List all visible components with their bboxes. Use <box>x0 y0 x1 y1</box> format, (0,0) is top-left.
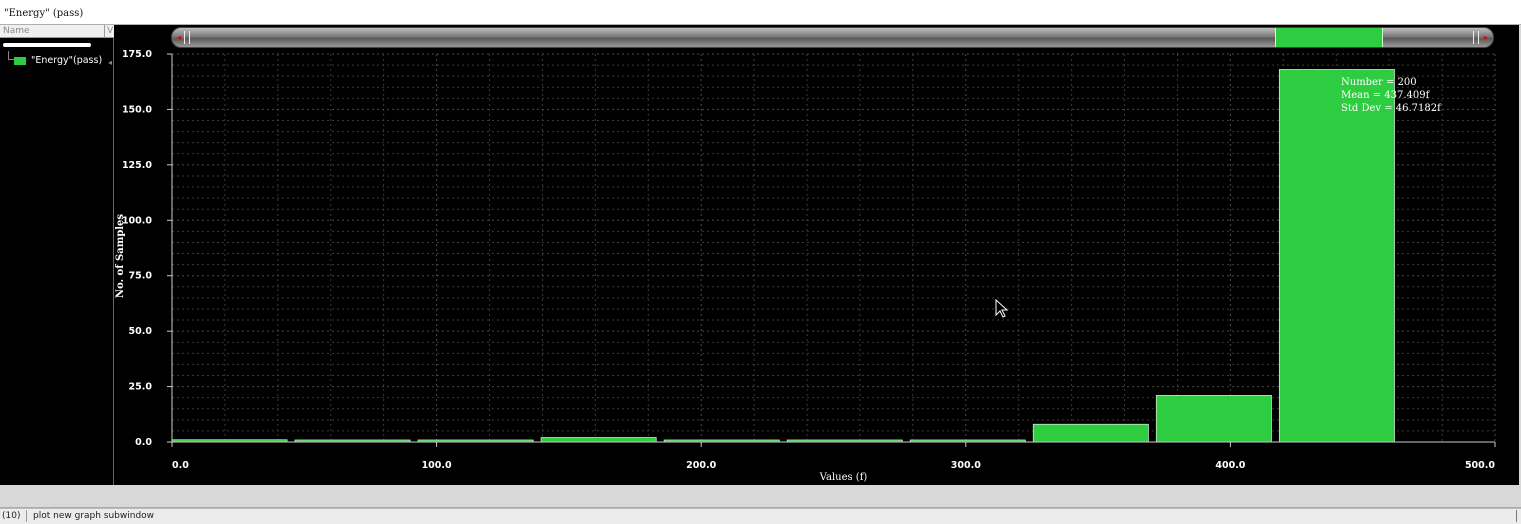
status-bar: (10) plot new graph subwindow <box>0 508 1521 524</box>
x-tick-label: 500.0 <box>1465 460 1495 471</box>
column-name-header[interactable]: Name <box>3 26 30 36</box>
horizontal-scrollbar[interactable]: ◂ ▸ <box>171 27 1494 48</box>
x-tick-label: 200.0 <box>686 460 716 471</box>
y-axis-title: No. of Samples <box>115 214 126 298</box>
y-tick-label: 150.0 <box>122 104 152 115</box>
x-tick-label: 400.0 <box>1215 460 1245 471</box>
series-color-swatch <box>14 57 26 65</box>
y-tick-label: 175.0 <box>122 49 152 60</box>
signal-tree-panel: Name V "Energy"(pass) ◂ <box>0 25 114 485</box>
histogram-chart: 0.0 100.0 200.0 300.0 400.0 500.0 0.0 25.0 50.0 7… <box>115 49 1496 483</box>
histogram-bar-9 <box>1278 69 1395 443</box>
column-value-header[interactable]: V <box>107 26 113 36</box>
histogram-bar-8 <box>1155 395 1272 443</box>
y-tick-label: 125.0 <box>122 160 152 171</box>
y-tick-label: 100.0 <box>122 215 152 226</box>
scroll-right-arrow-icon[interactable]: ▸ <box>1479 28 1493 47</box>
stats-line-0: Number = 200 <box>1341 77 1417 88</box>
tree-column-header: Name V <box>0 25 114 38</box>
status-count: (10) <box>2 511 21 521</box>
mouse-cursor-icon <box>995 298 1009 318</box>
tree-scroll-indicator[interactable] <box>3 43 91 47</box>
y-tick-label: 0.0 <box>135 437 152 448</box>
window-title-bar: "Energy" (pass) <box>0 0 1521 25</box>
y-tick-label: 50.0 <box>129 326 153 337</box>
tree-item-energy[interactable]: "Energy"(pass) ◂ <box>0 55 114 69</box>
y-tick-label: 25.0 <box>129 382 153 393</box>
status-separator <box>26 510 27 522</box>
x-tick-label: 0.0 <box>172 460 189 471</box>
scroll-grip-left[interactable] <box>184 31 190 44</box>
column-separator[interactable] <box>104 25 105 37</box>
status-message: plot new graph subwindow <box>33 511 155 521</box>
x-axis-title: Values (f) <box>819 472 868 483</box>
histogram-bar-3 <box>540 437 657 443</box>
window-title: "Energy" (pass) <box>4 8 84 19</box>
x-tick-label: 300.0 <box>951 460 981 471</box>
plot-area[interactable]: 0.0 100.0 200.0 300.0 400.0 500.0 0.0 25.0 50.0 7… <box>114 25 1519 485</box>
stats-line-2: Std Dev = 46.7182f <box>1341 103 1442 114</box>
y-tick-label: 75.0 <box>129 271 153 282</box>
chevron-left-icon: ◂ <box>108 58 113 67</box>
status-resize-handle[interactable] <box>1516 510 1517 522</box>
tree-item-label: "Energy"(pass) <box>31 55 103 66</box>
histogram-bar-7 <box>1032 423 1149 443</box>
scrollbar-thumb[interactable] <box>1275 28 1383 47</box>
stats-line-1: Mean = 437.409f <box>1341 90 1431 101</box>
x-tick-label: 100.0 <box>422 460 452 471</box>
